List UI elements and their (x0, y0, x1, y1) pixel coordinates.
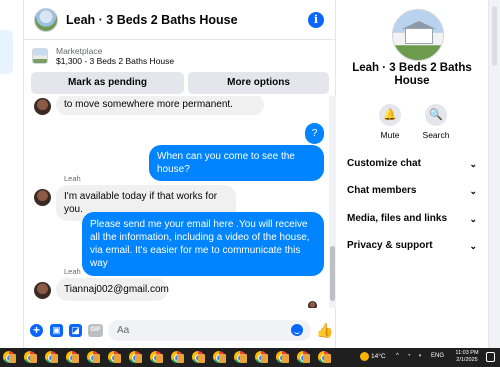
chevron-down-icon: ⌄ (469, 159, 477, 169)
marketplace-label: Marketplace (56, 45, 103, 56)
taskbar-chrome-icon[interactable] (45, 351, 58, 363)
message-outgoing: ? (305, 123, 324, 144)
mute-label: Mute (380, 130, 400, 140)
search-icon: 🔍 (425, 104, 447, 126)
taskbar-chrome-icon[interactable] (24, 351, 37, 363)
taskbar-chrome-icon[interactable] (3, 351, 16, 363)
sender-avatar (34, 282, 51, 299)
message-outgoing: When can you come to see the house? (149, 145, 324, 181)
chat-title[interactable]: Leah · 3 Beds 2 Baths House (66, 13, 238, 27)
page-scrollbar[interactable] (488, 0, 500, 348)
menu-customize-chat[interactable]: Customize chat ⌄ (347, 156, 483, 172)
search-label: Search (422, 130, 450, 140)
chevron-down-icon: ⌄ (469, 186, 477, 196)
language-indicator[interactable]: ENG (431, 353, 444, 359)
search-button[interactable]: 🔍 Search (416, 104, 456, 140)
info-icon[interactable]: i (308, 12, 324, 28)
chat-header: Leah · 3 Beds 2 Baths House i (24, 0, 336, 40)
mute-button[interactable]: 🔔 Mute (370, 104, 410, 140)
menu-label: Chat members (347, 185, 417, 196)
menu-media-files-links[interactable]: Media, files and links ⌄ (347, 211, 483, 227)
photo-icon[interactable]: ▣ (50, 324, 63, 337)
taskbar-chrome-icon[interactable] (171, 351, 184, 363)
message-scrollbar[interactable] (329, 96, 336, 308)
message-input[interactable]: Aa (108, 320, 311, 341)
plus-icon[interactable]: + (30, 324, 43, 337)
taskbar-chrome-icon[interactable] (297, 351, 310, 363)
taskbar-chrome-icon[interactable] (87, 351, 100, 363)
tray-overflow-icon[interactable]: ^ (396, 353, 399, 359)
notification-icon[interactable] (486, 352, 495, 362)
more-options-button[interactable]: More options (188, 72, 329, 94)
clock-time: 11:03 PM (455, 350, 479, 356)
taskbar-chrome-icon[interactable] (108, 351, 121, 363)
clock-date: 2/1/2025 (456, 357, 478, 363)
clock[interactable]: 11:03 PM 2/1/2025 (452, 350, 482, 364)
volume-icon[interactable]: ◖ (418, 353, 422, 359)
message-outgoing: Please send me your email here .You will… (82, 212, 324, 276)
thumbs-up-icon[interactable]: 👍 (316, 322, 333, 339)
listing-title: $1,300 - 3 Beds 2 Baths House (56, 56, 175, 66)
listing-thumbnail (32, 48, 48, 64)
weather-widget[interactable]: 14°C (360, 351, 386, 363)
taskbar-chrome-icon[interactable] (129, 351, 142, 363)
taskbar-chrome-icon[interactable] (276, 351, 289, 363)
message-incoming: to move somewhere more permanent. (56, 96, 264, 115)
chevron-down-icon: ⌄ (469, 241, 477, 251)
taskbar-chrome-icon[interactable] (255, 351, 268, 363)
sun-icon (360, 351, 369, 361)
message-list[interactable]: to move somewhere more permanent. ? When… (24, 96, 329, 308)
chat-panel: Leah · 3 Beds 2 Baths House i Marketplac… (24, 0, 336, 348)
taskbar-chrome-icon[interactable] (213, 351, 226, 363)
menu-label: Privacy & support (347, 240, 433, 251)
taskbar-chrome-icon[interactable] (234, 351, 247, 363)
taskbar-chrome-icon[interactable] (318, 351, 331, 363)
bell-icon: 🔔 (379, 104, 401, 126)
scrollbar-thumb[interactable] (492, 6, 497, 66)
profile-name: Leah · 3 Beds 2 Baths House (352, 62, 472, 87)
conversation-info-panel: Leah · 3 Beds 2 Baths House 🔔 Mute 🔍 Sea… (336, 0, 488, 348)
menu-label: Media, files and links (347, 213, 448, 224)
chat-avatar[interactable] (34, 7, 58, 32)
taskbar: 14°C ^ ◔ ◖ ENG 11:03 PM 2/1/2025 (0, 348, 500, 367)
menu-privacy-support[interactable]: Privacy & support ⌄ (347, 238, 483, 254)
profile-avatar[interactable] (392, 9, 444, 61)
seen-indicator (308, 301, 317, 308)
taskbar-chrome-icon[interactable] (192, 351, 205, 363)
chevron-down-icon: ⌄ (469, 214, 477, 224)
conversation-list-strip[interactable] (0, 0, 24, 348)
mark-as-pending-button[interactable]: Mark as pending (31, 72, 184, 94)
sender-name: Leah (64, 267, 81, 276)
sender-avatar (34, 98, 51, 115)
menu-chat-members[interactable]: Chat members ⌄ (347, 183, 483, 199)
taskbar-chrome-icon[interactable] (66, 351, 79, 363)
gif-icon[interactable]: GIF (88, 324, 103, 337)
menu-label: Customize chat (347, 158, 421, 169)
selected-conversation-marker (0, 30, 13, 74)
temperature: 14°C (371, 353, 386, 360)
composer-bar: + ▣ ◪ GIF Aa 👍 (24, 318, 336, 344)
sender-avatar (34, 189, 51, 206)
emoji-icon[interactable] (291, 324, 303, 336)
message-incoming: Tiannaj002@gmail.com (56, 278, 169, 301)
wifi-icon[interactable]: ◔ (407, 353, 411, 359)
taskbar-chrome-icon[interactable] (150, 351, 163, 363)
sender-name: Leah (64, 174, 81, 183)
sticker-icon[interactable]: ◪ (69, 324, 82, 337)
marketplace-listing[interactable]: Marketplace $1,300 - 3 Beds 2 Baths Hous… (24, 42, 336, 70)
